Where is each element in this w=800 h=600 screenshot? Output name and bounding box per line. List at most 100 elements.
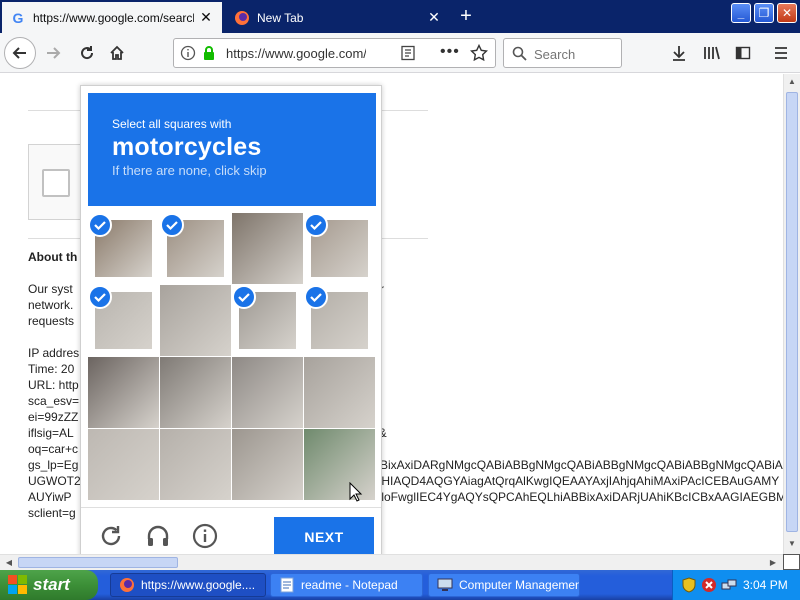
page-text-line: Our syst bbox=[28, 282, 73, 296]
page-text-line: IP addres bbox=[28, 346, 80, 360]
reload-challenge-button[interactable] bbox=[97, 522, 125, 550]
tile-image bbox=[88, 429, 159, 500]
page-text-line: URL: http bbox=[28, 378, 79, 392]
network-icon[interactable] bbox=[721, 577, 737, 593]
scroll-left-icon[interactable]: ◀ bbox=[2, 555, 16, 571]
scroll-up-icon[interactable]: ▲ bbox=[784, 74, 800, 90]
page-text-line: requests bbox=[28, 314, 75, 328]
captcha-header: Select all squares with motorcycles If t… bbox=[88, 93, 376, 206]
vertical-scrollbar[interactable]: ▲ ▼ bbox=[783, 74, 800, 554]
captcha-tile[interactable] bbox=[160, 213, 231, 284]
next-button[interactable]: NEXT bbox=[274, 517, 374, 557]
start-label: start bbox=[33, 575, 70, 594]
tile-image bbox=[304, 429, 375, 500]
forward-arrow-icon bbox=[47, 47, 61, 59]
downloads-button[interactable] bbox=[664, 38, 694, 68]
security-alert-icon[interactable] bbox=[701, 577, 717, 593]
selected-check-icon bbox=[88, 285, 112, 309]
audio-challenge-button[interactable] bbox=[144, 522, 172, 550]
library-button[interactable] bbox=[697, 38, 727, 68]
captcha-tile[interactable] bbox=[88, 285, 159, 356]
browser-tab-strip: G https://www.google.com/search?q= ✕ New… bbox=[0, 0, 800, 33]
captcha-tile[interactable] bbox=[88, 357, 159, 428]
captcha-tile[interactable] bbox=[160, 429, 231, 500]
secure-lock-icon[interactable] bbox=[202, 45, 216, 64]
tile-image bbox=[160, 429, 231, 500]
close-window-button[interactable]: ✕ bbox=[777, 3, 797, 23]
close-tab-icon[interactable]: ✕ bbox=[198, 9, 214, 26]
tile-image bbox=[160, 285, 231, 356]
page-text-line: oq=car+c bbox=[28, 442, 79, 456]
minimize-button[interactable]: _ bbox=[731, 3, 751, 23]
selected-check-icon bbox=[304, 213, 328, 237]
close-tab-icon[interactable]: ✕ bbox=[426, 9, 442, 26]
captcha-tile[interactable] bbox=[304, 429, 375, 500]
captcha-tile[interactable] bbox=[304, 213, 375, 284]
taskbar-item-label: readme - Notepad bbox=[301, 578, 398, 592]
tab-new-tab[interactable]: New Tab ✕ bbox=[226, 2, 450, 33]
search-input[interactable] bbox=[534, 45, 618, 63]
system-clock: 3:04 PM bbox=[743, 578, 788, 592]
page-actions-icon[interactable]: ••• bbox=[440, 43, 460, 61]
captcha-tile[interactable] bbox=[304, 285, 375, 356]
reader-view-icon[interactable] bbox=[400, 45, 416, 64]
captcha-tile[interactable] bbox=[160, 357, 231, 428]
captcha-tile[interactable] bbox=[232, 213, 303, 284]
page-text-line: gs_lp=Eg bbox=[28, 458, 79, 472]
page-text-fragment: BBixAxiDARgNMgcQABiABBgNMgcQABiABBgNMgcQ… bbox=[372, 458, 783, 472]
security-shield-icon[interactable] bbox=[681, 577, 697, 593]
captcha-tile[interactable] bbox=[304, 357, 375, 428]
scroll-down-icon[interactable]: ▼ bbox=[784, 536, 800, 552]
home-button[interactable] bbox=[102, 38, 132, 68]
selected-check-icon bbox=[88, 213, 112, 237]
vertical-scroll-thumb[interactable] bbox=[786, 92, 798, 532]
taskbar-item-label: https://www.google.... bbox=[141, 578, 256, 592]
sidebar-button[interactable] bbox=[728, 38, 758, 68]
tab-google-search[interactable]: G https://www.google.com/search?q= ✕ bbox=[2, 2, 222, 33]
horizontal-scroll-thumb[interactable] bbox=[18, 557, 178, 568]
page-text-line: ei=99zZZ bbox=[28, 410, 79, 424]
url-text[interactable]: https://www.google.com/search? bbox=[226, 46, 366, 61]
system-tray: 3:04 PM bbox=[672, 570, 800, 600]
page-text-fragment: GloFwglIEC4YgAQYsQPCAhEQLhiABBixAxiDARjU… bbox=[372, 490, 783, 504]
captcha-tile[interactable] bbox=[232, 429, 303, 500]
captcha-target-object: motorcycles bbox=[112, 133, 262, 161]
page-text-line: Time: 20 bbox=[28, 362, 75, 376]
tab-label: https://www.google.com/search?q= bbox=[33, 10, 194, 25]
taskbar-item-computer-management[interactable]: Computer Management bbox=[428, 573, 580, 597]
help-button[interactable] bbox=[191, 522, 219, 550]
horizontal-scrollbar[interactable]: ◀ ▶ bbox=[0, 554, 783, 570]
back-button[interactable] bbox=[4, 37, 36, 69]
search-bar[interactable] bbox=[503, 38, 622, 68]
taskbar-item-firefox[interactable]: https://www.google.... bbox=[110, 573, 266, 597]
scroll-right-icon[interactable]: ▶ bbox=[766, 555, 780, 571]
taskbar-item-notepad[interactable]: readme - Notepad bbox=[270, 573, 423, 597]
captcha-tile[interactable] bbox=[232, 285, 303, 356]
page-text-line: AUYiwP bbox=[28, 490, 72, 504]
google-favicon-icon: G bbox=[12, 9, 24, 26]
new-tab-button[interactable]: + bbox=[454, 5, 478, 29]
site-info-icon[interactable] bbox=[180, 45, 196, 64]
maximize-button[interactable]: ❐ bbox=[754, 3, 774, 23]
captcha-tile[interactable] bbox=[88, 429, 159, 500]
start-button[interactable]: start bbox=[0, 570, 98, 600]
download-icon bbox=[673, 46, 685, 61]
tab-label: New Tab bbox=[257, 10, 304, 25]
headphones-icon bbox=[147, 525, 169, 546]
page-text-line: sca_esv= bbox=[28, 394, 80, 408]
scrollbar-corner bbox=[783, 554, 800, 570]
bookmark-star-icon[interactable] bbox=[469, 43, 489, 65]
reload-button[interactable] bbox=[72, 38, 102, 68]
forward-button[interactable] bbox=[38, 38, 68, 68]
windows-taskbar: start https://www.google.... readme - No… bbox=[0, 570, 800, 600]
url-bar[interactable]: https://www.google.com/search? ••• bbox=[173, 38, 496, 68]
search-icon bbox=[512, 46, 527, 64]
captcha-tile[interactable] bbox=[160, 285, 231, 356]
mouse-cursor-icon bbox=[349, 482, 363, 502]
captcha-tile[interactable] bbox=[88, 213, 159, 284]
captcha-tile[interactable] bbox=[232, 357, 303, 428]
hamburger-menu-icon bbox=[775, 47, 787, 59]
hamburger-menu-button[interactable] bbox=[766, 38, 796, 68]
firefox-icon bbox=[120, 578, 134, 592]
recaptcha-checkbox[interactable] bbox=[42, 169, 70, 197]
